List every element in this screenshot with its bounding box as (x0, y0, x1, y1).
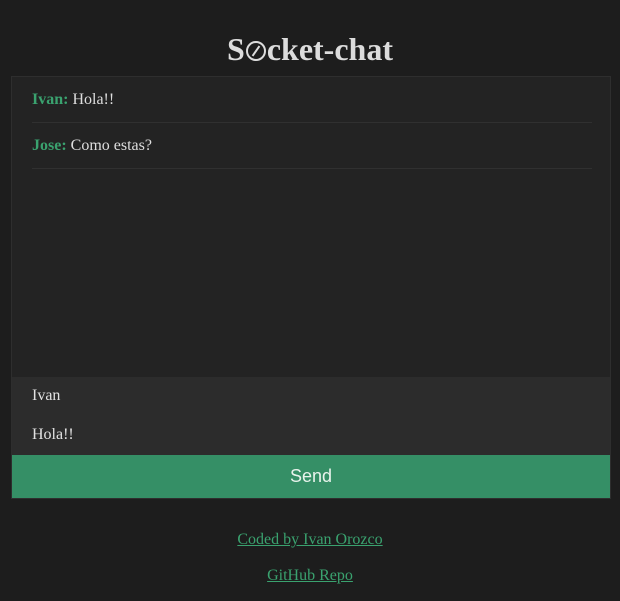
message-author: Jose: (32, 137, 67, 154)
message-author: Ivan: (32, 91, 69, 108)
title-prefix: S (227, 31, 245, 68)
compose-area (12, 377, 610, 455)
message-input[interactable] (32, 424, 592, 446)
message-item: Jose: Como estas? (32, 123, 592, 169)
page-title: Scket-chat (0, 30, 620, 68)
github-repo-link[interactable]: GitHub Repo (267, 567, 353, 584)
credit-line: Coded by Ivan Orozco (0, 530, 620, 550)
repo-line: GitHub Repo (0, 566, 620, 586)
title-suffix: cket-chat (266, 31, 393, 68)
author-link[interactable]: Coded by Ivan Orozco (237, 531, 382, 548)
chat-panel: Ivan: Hola!! Jose: Como estas? Send (11, 76, 611, 499)
compass-icon (245, 41, 266, 62)
message-list: Ivan: Hola!! Jose: Como estas? (32, 77, 592, 377)
message-item: Ivan: Hola!! (32, 77, 592, 123)
message-text: Hola!! (72, 91, 115, 108)
send-button[interactable]: Send (12, 455, 610, 498)
username-input[interactable] (32, 385, 592, 407)
message-text: Como estas? (70, 137, 152, 154)
